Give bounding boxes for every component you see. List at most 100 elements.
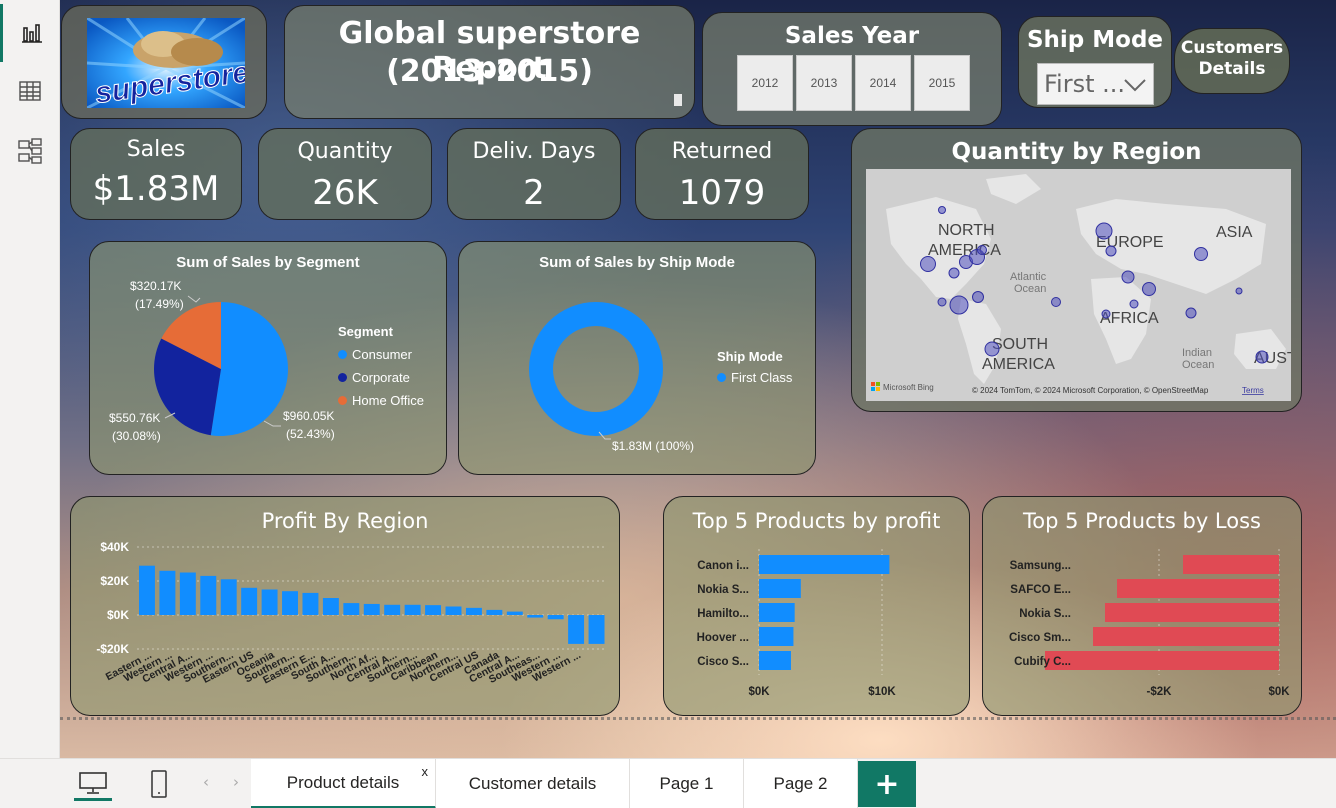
y-tick-label: $0K: [107, 608, 129, 622]
top5-profit-bars[interactable]: Canon i... Nokia S... Hamilto... Hoover ...…: [664, 497, 971, 717]
bar[interactable]: [1117, 579, 1279, 598]
year-button-2015[interactable]: 2015: [914, 55, 970, 111]
bar[interactable]: [759, 651, 791, 670]
legend-item-corporate[interactable]: Corporate: [338, 370, 424, 385]
bar[interactable]: [322, 598, 339, 615]
table-view-button[interactable]: [0, 62, 60, 120]
bar[interactable]: [759, 555, 890, 574]
phone-icon: [151, 770, 167, 798]
kpi-label: Quantity: [297, 139, 393, 164]
bar[interactable]: [179, 572, 196, 616]
pie-data-label-pct: (52.43%): [286, 427, 335, 441]
mobile-layout-button[interactable]: [144, 767, 174, 801]
bar[interactable]: [547, 615, 564, 620]
bar[interactable]: [1105, 603, 1279, 622]
tab-product-details[interactable]: Product details x: [251, 759, 436, 808]
bar[interactable]: [486, 609, 503, 615]
ship-mode-dropdown[interactable]: First ...: [1037, 63, 1154, 105]
bar[interactable]: [384, 604, 401, 615]
bar[interactable]: [1093, 627, 1279, 646]
kpi-value: $1.83M: [92, 169, 220, 209]
profit-by-region-bars[interactable]: $40K$20K$0K-$20KEastern ...Western ...Ce…: [71, 497, 621, 717]
top5-loss-bars[interactable]: Samsung... SAFCO E... Nokia S... Cisco Sm..…: [983, 497, 1303, 717]
bar[interactable]: [588, 615, 605, 644]
pie-data-label-pct: (30.08%): [112, 429, 161, 443]
tab-page-2[interactable]: Page 2: [744, 759, 858, 808]
legend-label: Corporate: [352, 370, 410, 385]
bar[interactable]: [343, 603, 360, 615]
left-nav: [0, 0, 60, 758]
bar[interactable]: [759, 627, 794, 646]
model-view-button[interactable]: [0, 122, 60, 180]
x-tick-label: $10K: [868, 686, 896, 698]
page-tab-bar: ‹ › Product details x Customer details P…: [0, 758, 1336, 808]
page-divider: [60, 717, 1336, 720]
legend-item-consumer[interactable]: Consumer: [338, 347, 424, 362]
bar[interactable]: [200, 575, 217, 615]
x-tick-label: $0K: [748, 686, 770, 698]
top5-loss-chart: Top 5 Products by Loss Samsung... SAFCO E…: [982, 496, 1302, 716]
legend-item-home-office[interactable]: Home Office: [338, 393, 424, 408]
ship-mode-legend: Ship Mode First Class: [717, 349, 792, 385]
kpi-card-delivery-days: Deliv. Days 2: [447, 128, 621, 220]
bar[interactable]: [220, 579, 237, 615]
bar[interactable]: [425, 605, 442, 615]
bar[interactable]: [759, 603, 795, 622]
bar[interactable]: [363, 603, 380, 615]
year-button-2014[interactable]: 2014: [855, 55, 911, 111]
scroll-left-icon[interactable]: ‹: [196, 773, 216, 795]
report-app: superstore Global superstore Report (201…: [0, 0, 1336, 808]
bar[interactable]: [1045, 651, 1279, 670]
bar[interactable]: [1183, 555, 1279, 574]
legend-label: Consumer: [352, 347, 412, 362]
kpi-value: 1079: [678, 173, 766, 213]
world-map[interactable]: NORTH AMERICA EUROPE ASIA AFRICA SOUTH A…: [866, 169, 1291, 401]
legend-title: Ship Mode: [717, 349, 783, 364]
bar[interactable]: [261, 589, 278, 616]
bar[interactable]: [465, 607, 482, 615]
y-tick-label: SAFCO E...: [1010, 584, 1071, 596]
bar[interactable]: [527, 615, 544, 618]
ship-mode-slicer: Ship Mode First ...: [1018, 16, 1172, 108]
tab-label: Page 1: [659, 774, 714, 793]
customers-details-button[interactable]: Customers Details: [1174, 28, 1290, 94]
legend-label: First Class: [731, 370, 793, 385]
resize-handle[interactable]: [674, 94, 682, 106]
desktop-layout-button[interactable]: [74, 767, 112, 801]
bar[interactable]: [139, 565, 155, 615]
bar[interactable]: [506, 611, 523, 615]
bar[interactable]: [302, 592, 319, 615]
tab-label: Page 2: [773, 774, 828, 793]
slicer-title: Ship Mode: [1026, 27, 1164, 53]
tab-close-icon[interactable]: x: [422, 764, 429, 779]
map-label: NORTH: [938, 222, 995, 239]
scroll-right-icon[interactable]: ›: [226, 773, 246, 795]
legend-dot: [717, 373, 726, 382]
button-label-line1: Customers: [1180, 38, 1284, 58]
slicer-title: Sales Year: [784, 23, 920, 49]
kpi-value: 26K: [312, 173, 378, 213]
kpi-card-sales: Sales $1.83M: [70, 128, 242, 220]
legend-item-first-class[interactable]: First Class: [717, 370, 792, 385]
pie-slice-consumer[interactable]: [210, 302, 288, 436]
bar[interactable]: [282, 591, 298, 615]
donut-slice-first-class[interactable]: [529, 302, 663, 436]
bar[interactable]: [445, 606, 462, 616]
year-button-2013[interactable]: 2013: [796, 55, 852, 111]
tab-customer-details[interactable]: Customer details: [436, 759, 630, 808]
pie-leader-line: [187, 295, 201, 303]
bar[interactable]: [241, 587, 258, 615]
bar[interactable]: [568, 615, 585, 644]
tab-page-1[interactable]: Page 1: [630, 759, 744, 808]
map-title: Quantity by Region: [951, 139, 1202, 165]
bar[interactable]: [404, 604, 421, 615]
add-page-button[interactable]: +: [858, 761, 916, 807]
year-button-2012[interactable]: 2012: [737, 55, 793, 111]
bar[interactable]: [159, 570, 176, 615]
terms-link[interactable]: Terms: [1242, 386, 1264, 395]
report-view-button[interactable]: [0, 4, 60, 62]
superstore-logo: superstore: [87, 18, 245, 108]
y-tick-label: Canon i...: [697, 560, 749, 572]
bar[interactable]: [759, 579, 801, 598]
legend-dot: [338, 350, 347, 359]
